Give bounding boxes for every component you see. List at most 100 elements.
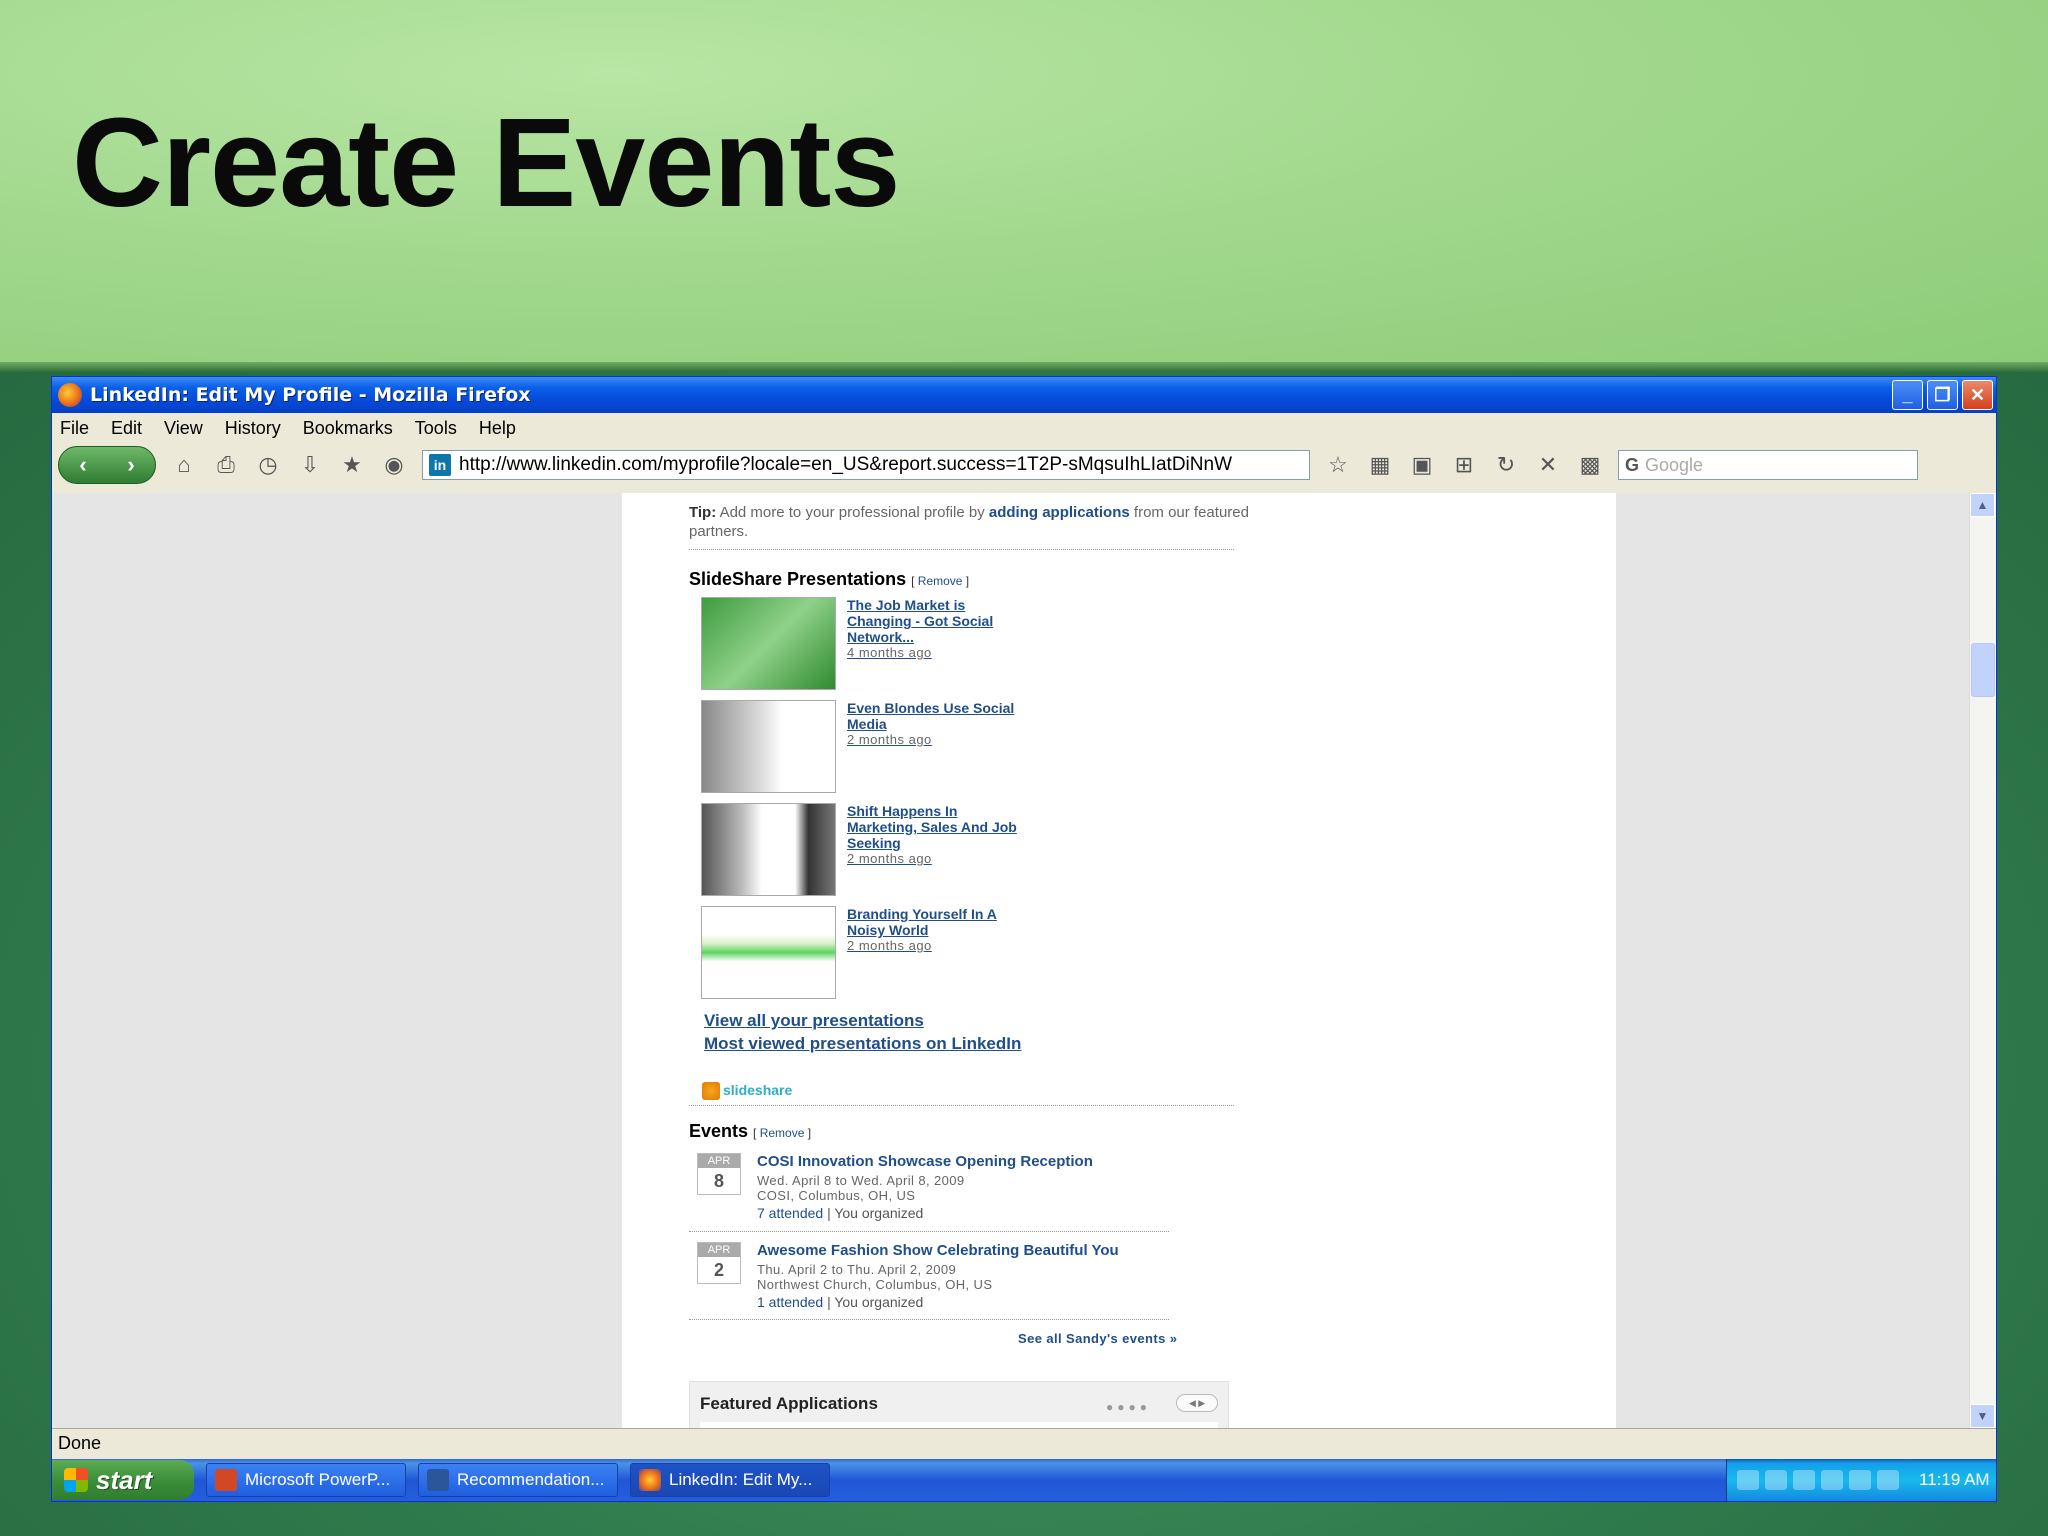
presentation-title[interactable]: Even Blondes Use Social Media 2 months ag…	[847, 700, 1022, 748]
presentation-title-text[interactable]: Even Blondes Use Social Media	[847, 700, 1014, 732]
most-viewed-presentations-link[interactable]: Most viewed presentations on LinkedIn	[704, 1034, 1021, 1054]
event-location: COSI, Columbus, OH, US	[757, 1188, 916, 1203]
presentation-age: 2 months ago	[847, 732, 932, 747]
carousel-dots[interactable]: ●●●●	[1106, 1400, 1151, 1414]
events-heading: Events [ Remove ]	[689, 1121, 811, 1142]
event-month: APR	[698, 1243, 740, 1257]
restore-button[interactable]: ❐	[1927, 380, 1958, 410]
slide-title: Create Events	[72, 92, 900, 233]
status-text: Done	[58, 1433, 102, 1453]
google-icon[interactable]: G	[1625, 455, 1639, 476]
windows-flag-icon	[64, 1468, 88, 1492]
menu-tools[interactable]: Tools	[415, 418, 457, 439]
event-location: Northwest Church, Columbus, OH, US	[757, 1277, 993, 1292]
event-dates: Wed. April 8 to Wed. April 8, 2009	[757, 1173, 965, 1188]
download-icon[interactable]: ⇩	[296, 451, 324, 479]
attended-link[interactable]: 7 attended	[757, 1205, 823, 1221]
remove-slideshare-link[interactable]: Remove	[918, 574, 963, 588]
carousel-pager[interactable]: ◀ ▶	[1176, 1394, 1218, 1412]
presentation-title[interactable]: Shift Happens In Marketing, Sales And Jo…	[847, 803, 1022, 867]
presentation-title[interactable]: The Job Market is Changing - Got Social …	[847, 597, 1022, 661]
history-icon[interactable]: ◷	[254, 451, 282, 479]
addon-icon[interactable]: ◉	[380, 451, 408, 479]
back-forward-buttons[interactable]: ‹ ›	[58, 446, 156, 484]
grid-icon[interactable]: ▦	[1366, 451, 1394, 479]
home-icon[interactable]: ⌂	[170, 451, 198, 479]
tray-arrow-icon[interactable]	[1737, 1470, 1759, 1490]
see-all-events-link[interactable]: See all Sandy's events »	[1018, 1331, 1177, 1346]
presentation-thumbnail[interactable]	[701, 803, 836, 896]
event-month: APR	[698, 1154, 740, 1168]
menu-file[interactable]: File	[60, 418, 89, 439]
title-bar[interactable]: LinkedIn: Edit My Profile - Mozilla Fire…	[52, 377, 1996, 413]
url-text[interactable]: http://www.linkedin.com/myprofile?locale…	[459, 454, 1232, 476]
print-icon[interactable]: ⎙	[212, 451, 240, 479]
presentation-title-text[interactable]: Branding Yourself In A Noisy World	[847, 906, 997, 938]
star-icon[interactable]: ☆	[1324, 451, 1352, 479]
slide-divider	[0, 362, 2048, 372]
close-button[interactable]: ✕	[1962, 380, 1993, 410]
search-box[interactable]: G Google	[1618, 450, 1918, 480]
system-tray: 11:19 AM	[1726, 1459, 1996, 1501]
menu-view[interactable]: View	[164, 418, 203, 439]
status-bar: Done	[52, 1428, 1996, 1458]
event-name-link[interactable]: Awesome Fashion Show Celebrating Beautif…	[757, 1242, 1119, 1259]
url-bar[interactable]: in http://www.linkedin.com/myprofile?loc…	[422, 450, 1310, 480]
event-name-link[interactable]: COSI Innovation Showcase Opening Recepti…	[757, 1153, 1093, 1170]
bookmark-icon[interactable]: ★	[338, 451, 366, 479]
start-button[interactable]: start	[52, 1460, 194, 1500]
minimize-button[interactable]: _	[1892, 380, 1923, 410]
menu-history[interactable]: History	[225, 418, 281, 439]
presentation-title-text[interactable]: Shift Happens In Marketing, Sales And Jo…	[847, 803, 1017, 851]
task-label: Microsoft PowerP...	[245, 1470, 391, 1489]
slideshare-logo[interactable]: slideshare	[702, 1082, 793, 1101]
event-attendance: 1 attended | You organized	[757, 1294, 923, 1310]
organized-text: | You organized	[827, 1205, 924, 1221]
apps-icon[interactable]: ▩	[1576, 451, 1604, 479]
scroll-down-icon[interactable]: ▼	[1970, 1404, 1995, 1428]
tray-connection-icon[interactable]	[1877, 1470, 1899, 1490]
scroll-up-icon[interactable]: ▲	[1970, 493, 1995, 517]
presentation-thumbnail[interactable]	[701, 906, 836, 999]
menu-help[interactable]: Help	[479, 418, 516, 439]
calendar-icon: APR 8	[697, 1153, 741, 1195]
menu-bar: File Edit View History Bookmarks Tools H…	[52, 413, 1996, 443]
tray-printer-icon[interactable]	[1765, 1470, 1787, 1490]
window-controls: _ ❐ ✕	[1892, 380, 1993, 410]
scroll-thumb[interactable]	[1971, 643, 1995, 697]
back-icon[interactable]: ‹	[79, 452, 86, 478]
browser-window: LinkedIn: Edit My Profile - Mozilla Fire…	[51, 376, 1997, 1502]
forward-icon[interactable]: ›	[127, 452, 134, 478]
featured-heading: Featured Applications	[700, 1394, 878, 1413]
remove-control: [ Remove ]	[911, 574, 970, 588]
tray-network-icon[interactable]	[1849, 1470, 1871, 1490]
stop-icon[interactable]: ✕	[1534, 451, 1562, 479]
calendar-icon: APR 2	[697, 1242, 741, 1284]
word-icon	[427, 1469, 449, 1491]
vertical-scrollbar[interactable]: ▲ ▼	[1969, 493, 1996, 1428]
reload-icon[interactable]: ↻	[1492, 451, 1520, 479]
task-firefox[interactable]: LinkedIn: Edit My...	[630, 1463, 830, 1497]
menu-edit[interactable]: Edit	[111, 418, 142, 439]
presentation-thumbnail[interactable]	[701, 597, 836, 690]
new-folder-icon[interactable]: ▣	[1408, 451, 1436, 479]
task-word[interactable]: Recommendation...	[418, 1463, 618, 1497]
event-dates: Thu. April 2 to Thu. April 2, 2009	[757, 1262, 957, 1277]
divider	[689, 549, 1234, 550]
new-tab-icon[interactable]: ⊞	[1450, 451, 1478, 479]
profile-page: Tip: Add more to your professional profi…	[622, 493, 1616, 1428]
slideshare-logo-text: slideshare	[723, 1082, 793, 1098]
remove-events-link[interactable]: Remove	[760, 1126, 805, 1140]
view-all-presentations-link[interactable]: View all your presentations	[704, 1011, 924, 1031]
attended-link[interactable]: 1 attended	[757, 1294, 823, 1310]
presentation-title-text[interactable]: The Job Market is Changing - Got Social …	[847, 597, 993, 645]
presentation-thumbnail[interactable]	[701, 700, 836, 793]
tray-volume-icon[interactable]	[1821, 1470, 1843, 1490]
adding-applications-link[interactable]: adding applications	[989, 504, 1130, 521]
task-powerpoint[interactable]: Microsoft PowerP...	[206, 1463, 406, 1497]
menu-bookmarks[interactable]: Bookmarks	[303, 418, 393, 439]
tray-app-icon[interactable]	[1793, 1470, 1815, 1490]
taskbar: start Microsoft PowerP... Recommendation…	[52, 1459, 1996, 1501]
presentation-title[interactable]: Branding Yourself In A Noisy World 2 mont…	[847, 906, 1022, 954]
powerpoint-icon	[215, 1469, 237, 1491]
